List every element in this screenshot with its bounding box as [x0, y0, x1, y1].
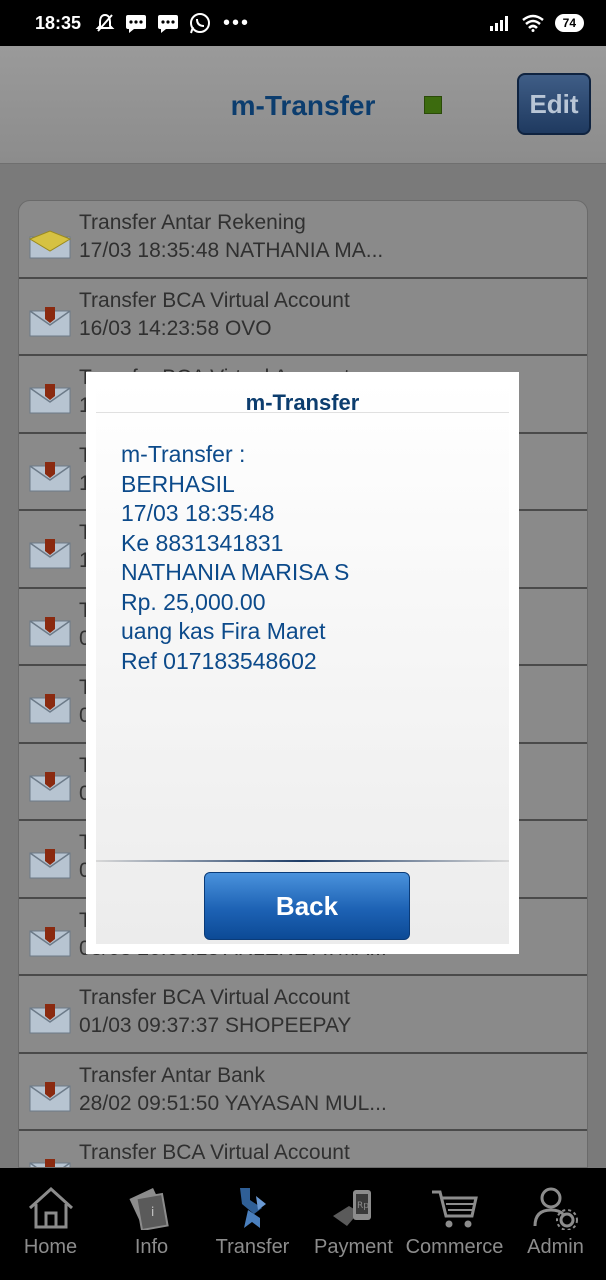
- nav-label-home: Home: [23, 1236, 78, 1258]
- list-item-detail: 01/03 09:37:37 SHOPEEPAY: [79, 1014, 352, 1037]
- admin-icon: [533, 1187, 578, 1230]
- edit-button[interactable]: Edit: [517, 73, 591, 135]
- svg-text:i: i: [151, 1205, 154, 1219]
- nav-label-admin: Admin: [527, 1236, 584, 1258]
- list-item-detail: 28/02 09:51:50 YAYASAN MUL...: [79, 1091, 387, 1115]
- list-item-title: Transfer Antar Bank: [79, 1063, 265, 1087]
- list-item[interactable]: Transfer BCA Virtual Account 01/03 09:37:…: [19, 976, 587, 1054]
- nav-label-info: Info: [134, 1236, 169, 1258]
- message-line: NATHANIA MARISA S: [121, 559, 350, 585]
- cart-icon: [431, 1190, 478, 1228]
- nav-item-commerce[interactable]: Commerce: [404, 1168, 505, 1280]
- message-line: m-Transfer :: [121, 441, 246, 467]
- message-line: Ke 8831341831: [121, 529, 284, 556]
- mute-bell-icon: [95, 13, 115, 32]
- status-time: 18:35: [35, 12, 82, 33]
- svg-text:Rp: Rp: [357, 1201, 369, 1211]
- envelope-icon: [29, 384, 71, 414]
- envelope-icon: [29, 539, 71, 569]
- nav-item-info[interactable]: i Info: [101, 1168, 202, 1280]
- transfer-icon: [239, 1188, 266, 1228]
- info-icon: i: [128, 1188, 169, 1230]
- list-item-title: Transfer BCA Virtual Account: [79, 986, 350, 1009]
- result-dialog: m-Transfer m-Transfer : BERHASIL 17/03 1…: [86, 372, 519, 954]
- list-item[interactable]: Transfer Antar Bank 28/02 09:51:50 YAYASA…: [19, 1054, 587, 1131]
- list-item-detail: 16/03 14:23:58 OVO: [79, 316, 272, 340]
- list-item[interactable]: Transfer Antar Rekening 17/03 18:35:48 NA…: [19, 201, 587, 279]
- dialog-button-divider: [96, 860, 509, 862]
- envelope-icon: [29, 461, 71, 491]
- list-item[interactable]: Transfer BCA Virtual Account 16/03 14:23:…: [19, 279, 587, 356]
- home-icon: [28, 1186, 73, 1229]
- status-bar: 18:35 ••• 74: [0, 0, 606, 46]
- list-item-title: Transfer Antar Rekening: [79, 211, 306, 234]
- list-item-title: Transfer BCA Virtual Account: [79, 1141, 350, 1164]
- nav-label-commerce: Commerce: [405, 1236, 504, 1258]
- message-line: uang kas Fira Maret: [121, 618, 326, 644]
- wifi-icon: [521, 14, 544, 32]
- message-line: Ref 017183548602: [121, 647, 317, 674]
- nav-label-payment: Payment: [314, 1236, 393, 1258]
- page-title: m-Transfer: [230, 90, 376, 121]
- envelope-icon: [29, 1159, 71, 1167]
- envelope-icon: [29, 616, 71, 646]
- list-item[interactable]: Transfer BCA Virtual Account: [19, 1131, 587, 1167]
- message-icon: [158, 15, 179, 33]
- nav-item-home[interactable]: Home: [0, 1168, 101, 1280]
- whatsapp-icon: [190, 13, 211, 34]
- envelope-icon: [29, 849, 71, 879]
- message-line: Rp. 25,000.00: [121, 588, 266, 615]
- payment-icon: Rp: [332, 1190, 371, 1226]
- message-icon: [126, 15, 147, 33]
- connection-indicator: [424, 96, 442, 114]
- bottom-nav: Home i Info Transfer Rp Payment Commerce…: [0, 1168, 606, 1280]
- list-item-detail: 17/03 18:35:48 NATHANIA MA...: [79, 239, 384, 262]
- nav-item-transfer[interactable]: Transfer: [202, 1168, 303, 1280]
- signal-icon: [489, 16, 508, 31]
- envelope-icon: [29, 1081, 71, 1111]
- battery-indicator: 74: [554, 14, 584, 32]
- message-line: BERHASIL: [121, 470, 235, 497]
- dialog-message: m-Transfer : BERHASIL 17/03 18:35:48 Ke …: [121, 440, 349, 676]
- envelope-icon: [29, 694, 71, 724]
- dialog-divider: [96, 412, 509, 413]
- nav-item-admin[interactable]: Admin: [505, 1168, 606, 1280]
- list-item-title: Transfer BCA Virtual Account: [79, 288, 350, 312]
- envelope-icon: [29, 306, 71, 336]
- nav-label-transfer: Transfer: [215, 1236, 290, 1258]
- open-envelope-icon: [29, 230, 71, 259]
- more-notifications-icon: •••: [223, 11, 251, 34]
- envelope-icon: [29, 771, 71, 801]
- back-button[interactable]: Back: [204, 872, 410, 940]
- nav-item-payment[interactable]: Rp Payment: [303, 1168, 404, 1280]
- message-line: 17/03 18:35:48: [121, 500, 275, 526]
- envelope-icon: [29, 926, 71, 956]
- app-header: m-Transfer Edit: [0, 46, 606, 164]
- envelope-icon: [29, 1004, 71, 1034]
